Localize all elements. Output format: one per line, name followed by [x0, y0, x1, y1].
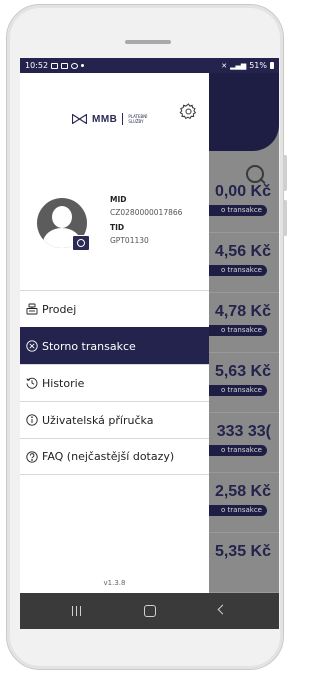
status-time: 10:52 — [25, 61, 49, 70]
brand-divider — [122, 113, 124, 125]
notification-icon — [51, 62, 59, 69]
menu-item-label: Uživatelská příručka — [42, 413, 154, 427]
app-version: v1.3.8 — [103, 579, 126, 587]
menu-item-label: Prodej — [42, 302, 77, 316]
back-button[interactable] — [217, 604, 228, 615]
mid-value: CZ0280000017866 — [110, 208, 183, 217]
transaction-amount: 5,35 Kč — [214, 543, 271, 560]
avatar-head — [52, 206, 72, 228]
mute-icon: ✕ — [221, 61, 228, 70]
phone-screen: 10:52 ✕ ▂▄▆ 51% 0,00 Kč o transakce 4,56 K… — [20, 58, 279, 629]
battery-icon — [270, 62, 274, 69]
tid-label: TID — [110, 223, 125, 232]
tid-value: GPT01130 — [110, 236, 149, 245]
history-icon — [26, 377, 38, 389]
menu-item-uzivatelska-prirucka[interactable]: Uživatelská příručka — [20, 401, 209, 438]
navigation-drawer: MMB PLATEBNÍ SLUŽBY MID CZ0280000017866 … — [20, 73, 209, 593]
menu-item-storno-transakce[interactable]: Storno transakce — [20, 327, 209, 364]
brand-name: MMB — [92, 113, 118, 125]
android-nav-bar — [20, 593, 279, 629]
mid-label: MID — [110, 195, 127, 204]
brand-logo: MMB PLATEBNÍ SLUŽBY — [72, 113, 150, 125]
camera-icon[interactable] — [72, 235, 90, 251]
transaction-amount: 4,78 Kč — [214, 303, 271, 320]
menu-item-prodej[interactable]: Prodej — [20, 290, 209, 327]
home-button[interactable] — [144, 605, 156, 617]
mmb-logo-icon — [72, 114, 87, 124]
signal-icon: ▂▄▆ — [230, 61, 247, 70]
transaction-amount: 5,63 Kč — [214, 363, 271, 380]
menu-item-label: FAQ (nejčastější dotazy) — [42, 450, 175, 463]
recents-bar — [80, 606, 81, 616]
status-bar: 10:52 ✕ ▂▄▆ 51% — [20, 58, 279, 73]
settings-gear-icon[interactable] — [179, 102, 198, 121]
notification-icon — [61, 62, 69, 69]
drawer-menu: Prodej Storno transakce Historie Uživate… — [20, 290, 209, 475]
recents-button[interactable] — [72, 606, 82, 616]
register-icon — [26, 303, 38, 315]
phone-speaker — [125, 40, 171, 44]
volume-down-button — [283, 200, 287, 236]
menu-item-label: Storno transakce — [42, 339, 136, 353]
brand-subtitle: PLATEBNÍ SLUŽBY — [128, 114, 148, 124]
battery-percent: 51% — [249, 61, 267, 70]
menu-item-label: Historie — [42, 376, 85, 390]
menu-item-faq[interactable]: FAQ (nejčastější dotazy) — [20, 438, 209, 475]
transaction-amount: 333 33( — [216, 423, 271, 440]
help-circle-icon — [26, 450, 38, 463]
transaction-amount: 0,00 Kč — [214, 183, 271, 200]
recents-bar — [76, 606, 77, 616]
cancel-circle-icon — [26, 340, 38, 352]
more-notifications-icon — [81, 64, 85, 67]
volume-up-button — [283, 155, 287, 191]
transaction-amount: 4,56 Kč — [214, 243, 271, 260]
menu-item-historie[interactable]: Historie — [20, 364, 209, 401]
recents-bar — [72, 606, 73, 616]
notification-icon — [71, 62, 79, 69]
transaction-amount: 2,58 Kč — [214, 483, 271, 500]
info-circle-icon — [26, 414, 38, 426]
